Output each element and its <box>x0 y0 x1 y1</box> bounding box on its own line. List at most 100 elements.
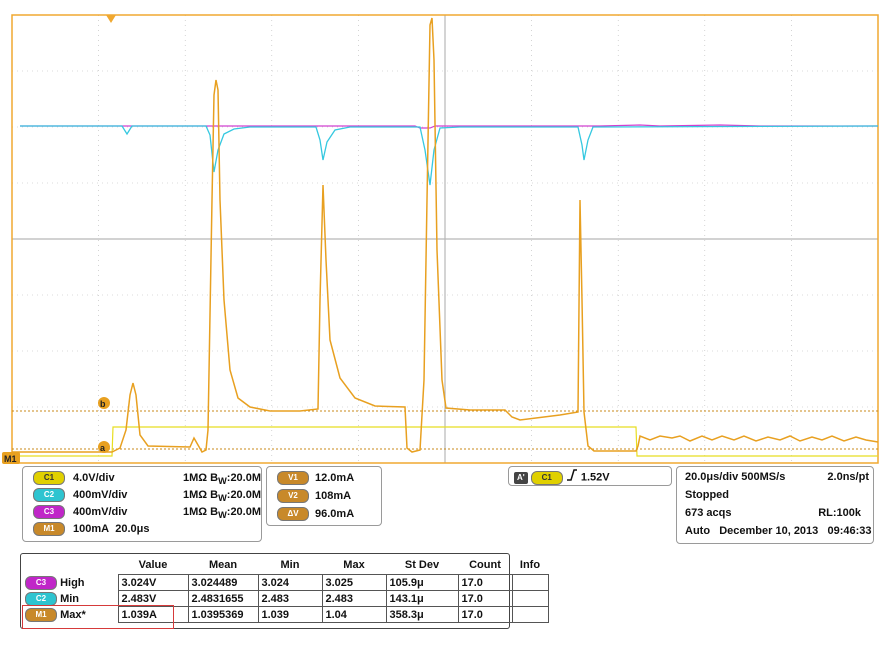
c3-bw-value: :20.0M <box>226 506 262 518</box>
meas-label: Min <box>60 592 80 605</box>
v2-value: 108mA <box>315 490 352 502</box>
channel-row-c1[interactable]: C1 4.0V/div 1MΩ BW:20.0M <box>33 471 261 486</box>
meas-count: 17.0 <box>457 590 513 607</box>
record-length: RL:100k <box>818 507 861 519</box>
horizontal-acquisition-panel[interactable]: 20.0μs/div 500MS/s 2.0ns/pt Stopped 673 … <box>676 466 874 544</box>
c2-impedance: 1MΩ <box>183 489 208 501</box>
acquisition-state: Stopped <box>685 489 729 501</box>
meas-label: High <box>60 576 85 589</box>
time: 09:46:33 <box>827 525 872 537</box>
meas-count: 17.0 <box>457 606 513 623</box>
meas-stdev: 143.1μ <box>385 590 459 607</box>
meas-min: 2.483 <box>257 590 323 607</box>
header-stdev: St Dev <box>404 558 440 571</box>
m1-time: 20.0μs <box>115 523 150 535</box>
measurement-header-row: Value Mean Min Max St Dev Count Info <box>22 555 548 575</box>
channel-row-c2[interactable]: C2 400mV/div 1MΩ BW:20.0M <box>33 488 261 503</box>
trigger-mode-badge[interactable]: A' <box>514 472 528 485</box>
cursor-row-v1[interactable]: V1 12.0mA <box>277 470 354 486</box>
header-value: Value <box>138 558 168 571</box>
c2-vdiv: 400mV/div <box>73 489 128 501</box>
date: December 10, 2013 <box>719 525 819 537</box>
c2-bw-sub: W <box>218 493 227 504</box>
rising-edge-icon <box>566 469 578 486</box>
timebase: 20.0μs/div <box>685 471 739 483</box>
date-time-row: Auto December 10, 2013 09:46:33 <box>685 523 872 539</box>
c2-bw-value: :20.0M <box>226 489 262 501</box>
meas-mean: 3.024489 <box>187 574 259 591</box>
header-mean: Mean <box>208 558 238 571</box>
acq-state-row: Stopped <box>685 487 729 503</box>
meas-max: 1.04 <box>321 606 387 623</box>
v2-badge[interactable]: V2 <box>277 489 309 504</box>
c1-impedance: 1MΩ <box>183 472 208 484</box>
c3-meas-badge[interactable]: C3 <box>25 575 57 590</box>
c3-vdiv: 400mV/div <box>73 506 128 518</box>
c3-bw-prefix: B <box>210 506 219 518</box>
c3-impedance-bw: 1MΩ BW:20.0M <box>183 505 261 522</box>
m1-vdiv: 100mA <box>73 523 110 535</box>
trigger-readout: A' C1 1.52V <box>514 469 610 486</box>
trigger-position-icon <box>106 15 116 23</box>
meas-value: 3.024V <box>117 574 189 591</box>
meas-max: 2.483 <box>321 590 387 607</box>
meas-count: 17.0 <box>457 574 513 591</box>
trigger-panel[interactable]: A' C1 1.52V <box>508 466 672 486</box>
v1-badge[interactable]: V1 <box>277 471 309 486</box>
c1-badge[interactable]: C1 <box>33 471 65 486</box>
m1-badge[interactable]: M1 <box>33 522 65 537</box>
header-count: Count <box>469 558 501 571</box>
header-blank <box>22 555 118 575</box>
header-info: Info <box>519 558 541 571</box>
sample-rate: 500MS/s <box>741 471 786 483</box>
trigger-level: 1.52V <box>580 471 610 484</box>
meas-min: 1.039 <box>257 606 323 623</box>
c2-meas-badge[interactable]: C2 <box>25 591 57 606</box>
highlight-box <box>22 605 174 629</box>
meas-info <box>511 574 549 591</box>
meas-stdev: 358.3μ <box>385 606 459 623</box>
cursor-row-v2[interactable]: V2 108mA <box>277 488 351 504</box>
meas-info <box>511 590 549 607</box>
c3-badge[interactable]: C3 <box>33 505 65 520</box>
meas-stdev: 105.9μ <box>385 574 459 591</box>
meas-min: 3.024 <box>257 574 323 591</box>
trigger-source-badge[interactable]: C1 <box>530 470 563 485</box>
delta-v-badge[interactable]: ΔV <box>277 507 309 522</box>
c3-bw-sub: W <box>218 510 227 521</box>
header-min: Min <box>280 558 300 571</box>
c2-badge[interactable]: C2 <box>33 488 65 503</box>
cursor-b-label: b <box>100 399 106 409</box>
oscilloscope-graticule: M1 b a <box>2 14 879 464</box>
c2-impedance-bw: 1MΩ BW:20.0M <box>183 488 261 505</box>
row-label: C3 High <box>22 575 118 591</box>
c1-bw-sub: W <box>218 476 227 487</box>
channel-settings-panel: C1 4.0V/div 1MΩ BW:20.0M C2 400mV/div 1M… <box>22 466 262 542</box>
measurement-row-c3-high[interactable]: C3 High 3.024V 3.024489 3.024 3.025 105.… <box>22 574 549 591</box>
c1-impedance-bw: 1MΩ BW:20.0M <box>183 471 261 488</box>
resolution: 2.0ns/pt <box>827 471 869 483</box>
header-max: Max <box>343 558 365 571</box>
trigger-mode-auto: Auto <box>685 525 711 537</box>
c1-vdiv: 4.0V/div <box>73 472 115 484</box>
m1-ground-marker-label: M1 <box>4 454 17 464</box>
meas-info <box>511 606 549 623</box>
acquisition-count: 673 acqs <box>685 507 732 519</box>
cursor-readout-panel: V1 12.0mA V2 108mA ΔV 96.0mA <box>266 466 382 526</box>
cursor-row-delta[interactable]: ΔV 96.0mA <box>277 506 354 522</box>
acq-count-row: 673 acqs RL:100k <box>685 505 861 521</box>
channel-row-c3[interactable]: C3 400mV/div 1MΩ BW:20.0M <box>33 505 261 520</box>
c3-impedance: 1MΩ <box>183 506 208 518</box>
c2-bw-prefix: B <box>210 489 219 501</box>
meas-mean: 2.4831655 <box>187 590 259 607</box>
c1-bw-prefix: B <box>210 472 219 484</box>
timebase-row: 20.0μs/div 500MS/s 2.0ns/pt <box>685 469 869 485</box>
m1-vdiv-time: 100mA 20.0μs <box>73 522 149 536</box>
meas-max: 3.025 <box>321 574 387 591</box>
v1-value: 12.0mA <box>315 472 355 484</box>
channel-row-m1[interactable]: M1 100mA 20.0μs <box>33 522 149 537</box>
c2-waveform <box>20 125 879 186</box>
c1-bw-value: :20.0M <box>226 472 262 484</box>
delta-v-value: 96.0mA <box>315 508 355 520</box>
meas-mean: 1.0395369 <box>187 606 259 623</box>
